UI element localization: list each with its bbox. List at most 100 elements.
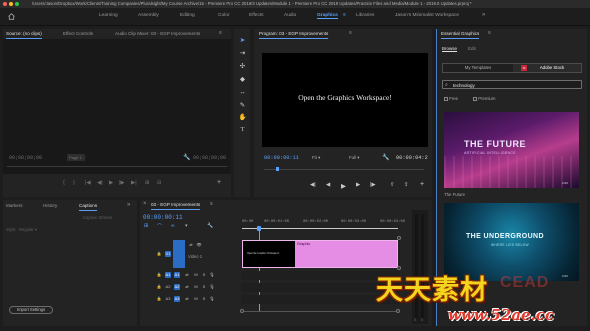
a1-target-toggle[interactable]: A1 [165, 272, 171, 278]
home-icon[interactable] [8, 13, 15, 20]
program-add-button-icon[interactable]: + [420, 181, 424, 188]
tab-captions[interactable]: Captions [79, 201, 98, 211]
play-icon[interactable]: ▶ [109, 180, 113, 186]
timeline-timecode[interactable]: 00:00:00:11 [143, 214, 183, 221]
step-forward-icon[interactable]: |▶ [119, 180, 125, 186]
a1-mic-icon[interactable]: 🎙 [209, 272, 215, 278]
pen-tool-icon[interactable]: ✎ [237, 101, 248, 110]
close-window-icon[interactable] [3, 2, 7, 6]
workspace-overflow-icon[interactable]: » [482, 12, 485, 18]
overwrite-icon[interactable]: ⊟ [157, 180, 162, 186]
minimize-window-icon[interactable] [9, 2, 13, 6]
a2-track-label[interactable]: A2 [174, 284, 180, 290]
free-checkbox[interactable] [444, 96, 448, 101]
mark-in-icon[interactable]: { [63, 180, 65, 186]
selection-tool-icon[interactable]: ➤ [237, 36, 248, 45]
source-settings-icon[interactable]: 🔧 [183, 154, 190, 161]
nest-icon[interactable]: ⊞ [144, 223, 148, 229]
source-add-button-icon[interactable]: + [217, 179, 221, 186]
mark-out-icon[interactable]: } [73, 180, 75, 186]
playhead-marker[interactable] [276, 167, 279, 171]
workspace-audio[interactable]: Audio [284, 13, 296, 18]
fit-dropdown[interactable]: Fit ▾ [312, 155, 320, 161]
workspace-editing[interactable]: Editing [180, 13, 195, 18]
my-templates-tab[interactable]: My Templates [443, 64, 513, 72]
v1-lane[interactable]: Open the Graphics Workspace! Graphic [241, 240, 400, 268]
type-tool-icon[interactable]: T [237, 125, 248, 134]
v1-track-label[interactable] [173, 240, 185, 268]
workspace-libraries[interactable]: Libraries [356, 13, 374, 18]
program-scrubber[interactable] [264, 167, 424, 171]
a2-lock-icon[interactable]: 🔒 [156, 284, 162, 290]
a2-solo-button[interactable]: S [201, 284, 207, 290]
timeline-track-end-knob[interactable] [397, 236, 401, 240]
workspace-menu-icon[interactable]: ≡ [343, 12, 346, 18]
razor-tool-icon[interactable]: ◆ [237, 75, 248, 84]
tab-audio-clip-mixer[interactable]: Audio Clip Mixer: 03 - EGP Improvements [115, 29, 200, 38]
go-to-in-icon[interactable]: |◀ [85, 180, 91, 186]
a3-lock-icon[interactable]: 🔒 [156, 296, 162, 302]
v1-visibility-icon[interactable]: 👁 [196, 242, 202, 248]
source-panel-menu-icon[interactable]: ≡ [219, 29, 222, 38]
workspace-learning[interactable]: Learning [99, 13, 118, 18]
tab-source[interactable]: Source: (no clips) [6, 29, 42, 39]
essential-graphics-menu-icon[interactable]: ≡ [488, 29, 491, 38]
source-page-dropdown[interactable]: Page 1 [67, 154, 85, 161]
timeline-settings-icon[interactable]: 🔧 [207, 223, 213, 229]
a3-solo-button[interactable]: S [201, 296, 207, 302]
slip-tool-icon[interactable]: ↔ [237, 88, 248, 97]
program-step-back-frame-icon[interactable]: ◀ [326, 182, 330, 188]
tab-browse[interactable]: Browse [442, 46, 458, 52]
workspace-color[interactable]: Color [218, 13, 229, 18]
captions-overflow-icon[interactable]: » [127, 201, 130, 210]
a2-target-toggle[interactable]: A2 [165, 284, 171, 290]
program-step-forward-frame-icon[interactable]: ▶ [356, 182, 360, 188]
a2-sync-icon[interactable]: ⇄ [184, 284, 190, 290]
adobe-stock-tab[interactable]: St Adobe Stock [513, 64, 581, 72]
program-video-frame[interactable]: Open the Graphics Workspace! [262, 53, 428, 147]
filter-free[interactable]: Free [444, 96, 458, 101]
source-timecode-out[interactable]: 00;00;00;00 [193, 155, 226, 161]
workspace-graphics[interactable]: Graphics [317, 13, 338, 19]
a1-mute-button[interactable]: M [193, 272, 199, 278]
tab-markers[interactable]: Markers [6, 201, 23, 210]
template-card-the-future[interactable]: THE FUTURE ARTIFICIAL INTELLIGENCE 2:00 [444, 112, 579, 188]
v1-lock-icon[interactable]: 🔒 [156, 251, 162, 257]
workspace-assembly[interactable]: Assembly [138, 13, 159, 18]
premium-checkbox[interactable] [473, 96, 477, 101]
linked-selection-icon[interactable]: ∞ [171, 223, 175, 229]
a1-track-label[interactable]: A1 [174, 272, 180, 278]
program-settings-icon[interactable]: 🔧 [382, 154, 389, 161]
track-select-tool-icon[interactable]: ⇥ [237, 49, 248, 58]
work-area-bar[interactable] [242, 228, 398, 229]
quality-dropdown[interactable]: Full ▾ [349, 155, 360, 161]
a2-mic-icon[interactable]: 🎙 [209, 284, 215, 290]
program-play-icon[interactable]: ▶ [341, 182, 346, 190]
window-controls[interactable] [3, 2, 19, 6]
v1-sync-lock-icon[interactable]: ⇄ [188, 242, 194, 248]
a1-solo-button[interactable]: S [201, 272, 207, 278]
a1-lock-icon[interactable]: 🔒 [156, 272, 162, 278]
zoom-window-icon[interactable] [15, 2, 19, 6]
timeline-close-icon[interactable]: × [143, 200, 147, 209]
tab-history[interactable]: History [43, 201, 57, 210]
timeline-menu-icon[interactable]: ≡ [210, 200, 213, 209]
workspace-jasons-minimalist[interactable]: Jason's Minimalist Workspace [395, 13, 459, 18]
a1-sync-icon[interactable]: ⇄ [184, 272, 190, 278]
a3-mic-icon[interactable]: 🎙 [209, 296, 215, 302]
tab-effect-controls[interactable]: Effect Controls [63, 29, 93, 38]
source-scrubber[interactable] [7, 166, 227, 167]
program-monitor-title[interactable]: Program: 03 - EGP Improvements [259, 29, 329, 39]
tab-edit[interactable]: Edit [468, 46, 476, 51]
timeline-sequence-tab[interactable]: 03 - EGP Improvements [151, 200, 201, 210]
filter-premium[interactable]: Premium [473, 96, 495, 101]
v1-target-toggle[interactable]: V1 [165, 251, 171, 257]
a3-sync-icon[interactable]: ⇄ [184, 296, 190, 302]
program-timecode[interactable]: 00:00:00:11 [264, 155, 299, 161]
insert-icon[interactable]: ⊞ [145, 180, 150, 186]
a2-mute-button[interactable]: M [193, 284, 199, 290]
workspace-effects[interactable]: Effects [249, 13, 264, 18]
program-step-forward-icon[interactable]: |▶ [370, 182, 376, 188]
a3-track-label[interactable]: A3 [174, 296, 180, 302]
snap-icon[interactable]: ⌒ [157, 223, 162, 230]
